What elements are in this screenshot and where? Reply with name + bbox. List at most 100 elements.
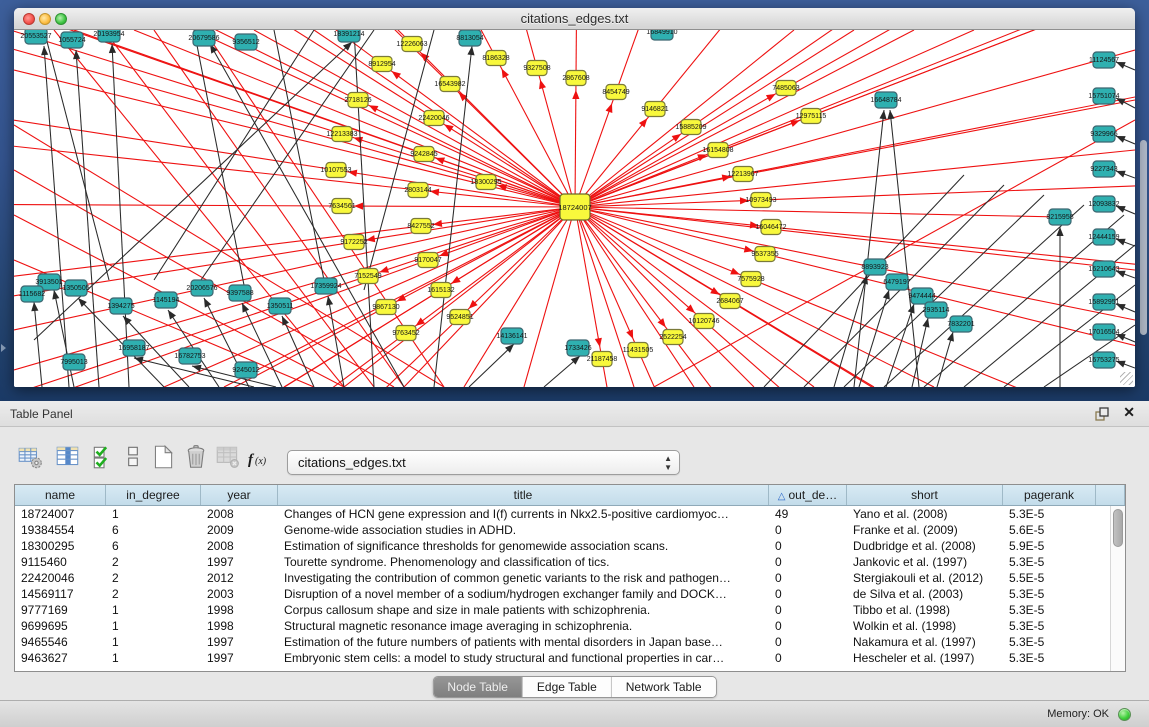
graph-node[interactable]: 20206576 — [186, 280, 217, 296]
graph-node[interactable]: 2803144 — [404, 183, 431, 198]
table-row[interactable]: 946554611997Estimation of the future num… — [15, 634, 1125, 650]
graph-node[interactable]: 1394275 — [107, 298, 134, 314]
graph-node[interactable]: 12093832 — [1088, 196, 1119, 212]
graph-node[interactable]: 9146821 — [641, 102, 668, 117]
graph-node[interactable]: 9329966 — [1090, 126, 1117, 142]
graph-node[interactable]: 8813054 — [456, 30, 483, 46]
graph-node[interactable]: 16210643 — [1088, 261, 1119, 277]
column-header-in_degree[interactable]: in_degree — [106, 485, 201, 505]
graph-node[interactable]: 2935114 — [923, 302, 950, 318]
select-columns-button[interactable] — [54, 443, 84, 475]
graph-node[interactable]: 1733426 — [564, 340, 591, 356]
graph-node[interactable]: 9763452 — [392, 326, 419, 341]
graph-node[interactable]: 7485063 — [772, 81, 799, 96]
graph-node[interactable]: 17359924 — [310, 278, 341, 294]
graph-node[interactable]: 16782753 — [174, 348, 205, 364]
network-canvas[interactable]: 20553527 1055724 20193954 20679586 9356512 18… — [14, 30, 1135, 387]
graph-node[interactable]: 18300295 — [470, 175, 501, 190]
tab-node-table[interactable]: Node Table — [433, 677, 523, 697]
graph-node[interactable]: 7575928 — [737, 272, 764, 287]
graph-node[interactable]: 1350511 — [267, 298, 294, 314]
graph-node[interactable]: 7634561 — [328, 199, 355, 214]
graph-node[interactable]: 8186328 — [482, 51, 509, 66]
graph-node[interactable]: 16154808 — [702, 143, 733, 158]
table-scrollbar-thumb[interactable] — [1113, 509, 1123, 547]
function-builder-button[interactable]: f (x) — [246, 447, 276, 479]
tab-network-table[interactable]: Network Table — [612, 677, 716, 697]
table-source-select[interactable]: citations_edges.txt ▲▼ — [287, 450, 680, 475]
graph-node[interactable]: 10107553 — [320, 163, 351, 178]
graph-node[interactable]: 1145194 — [153, 292, 180, 308]
column-header-out_de[interactable]: △out_de… — [769, 485, 847, 505]
graph-node[interactable]: 12226063 — [396, 37, 427, 52]
graph-node[interactable]: 1115682 — [19, 286, 45, 302]
graph-node[interactable]: 9172252 — [340, 235, 367, 250]
table-row[interactable]: 977716911998Corpus callosum shape and si… — [15, 602, 1125, 618]
graph-node[interactable]: 7832201 — [947, 316, 974, 332]
graph-node[interactable]: 11431505 — [623, 343, 654, 358]
graph-node[interactable]: 20193954 — [93, 30, 124, 42]
graph-node[interactable]: 1350505 — [62, 280, 89, 296]
graph-node[interactable]: 8893923 — [861, 259, 888, 275]
graph-node[interactable]: 10973493 — [745, 193, 776, 208]
graph-node[interactable]: 9170047 — [414, 253, 441, 268]
graph-node[interactable]: 11124567 — [1089, 52, 1119, 68]
delete-rows-button[interactable] — [182, 443, 212, 475]
graph-node[interactable]: 6479197 — [883, 274, 910, 290]
graph-node[interactable]: 16849910 — [646, 30, 677, 40]
graph-node[interactable]: 2867608 — [562, 71, 589, 86]
panel-collapse-arrow-icon[interactable] — [1, 344, 6, 352]
memory-ok-icon[interactable] — [1118, 708, 1131, 721]
new-table-button[interactable] — [149, 443, 179, 475]
graph-node[interactable]: 16648784 — [870, 92, 901, 108]
graph-node[interactable]: 9537355 — [751, 247, 778, 262]
graph-node[interactable]: 9245012 — [232, 362, 259, 378]
table-row[interactable]: 2242004622012Investigating the contribut… — [15, 570, 1125, 586]
graph-node[interactable]: 8454749 — [602, 85, 629, 100]
table-row[interactable]: 969969511998Structural magnetic resonanc… — [15, 618, 1125, 634]
graph-node[interactable]: 9524851 — [446, 310, 473, 325]
table-row[interactable]: 946362711997Embryonic stem cells: a mode… — [15, 650, 1125, 666]
row-height-button[interactable] — [119, 443, 149, 475]
graph-node[interactable]: 7152549 — [354, 269, 381, 284]
graph-node[interactable]: 16046472 — [755, 220, 786, 235]
graph-node[interactable]: 9867130 — [372, 300, 399, 315]
graph-node[interactable]: 7995013 — [60, 354, 87, 370]
network-window-titlebar[interactable]: citations_edges.txt — [14, 8, 1135, 30]
table-row[interactable]: 911546021997Tourette syndrome. Phenomeno… — [15, 554, 1125, 570]
graph-node[interactable]: 18391214 — [333, 30, 364, 42]
graph-node[interactable]: 9397588 — [226, 285, 253, 301]
graph-node[interactable]: 17016504 — [1088, 324, 1119, 340]
table-settings-button[interactable] — [16, 443, 46, 475]
column-header-title[interactable]: title — [278, 485, 769, 505]
graph-node[interactable]: 14136141 — [496, 328, 527, 344]
graph-node[interactable]: 9242845 — [410, 147, 437, 162]
float-panel-icon[interactable] — [1095, 407, 1109, 421]
graph-node[interactable]: 2522254 — [659, 330, 686, 345]
select-all-checks-button[interactable] — [90, 443, 120, 475]
graph-node[interactable]: 9356512 — [232, 34, 259, 50]
graph-node[interactable]: 1055724 — [58, 32, 85, 48]
graph-node[interactable]: 15751074 — [1088, 88, 1119, 104]
table-row[interactable]: 1456911722003Disruption of a novel membe… — [15, 586, 1125, 602]
graph-node[interactable]: 12975115 — [796, 109, 827, 124]
table-row[interactable]: 1830029562008Estimation of significance … — [15, 538, 1125, 554]
table-row[interactable]: 1938455462009Genome-wide association stu… — [15, 522, 1125, 538]
network-scrollbar[interactable] — [1140, 140, 1147, 335]
graph-node[interactable]: 12444159 — [1088, 229, 1119, 245]
graph-node[interactable]: 8215958 — [1046, 209, 1073, 225]
graph-node[interactable]: 16753275 — [1088, 352, 1119, 368]
graph-node[interactable]: 9227343 — [1090, 161, 1117, 177]
graph-node[interactable]: 20679586 — [188, 30, 219, 46]
graph-node[interactable]: 1615132 — [427, 283, 454, 298]
tab-edge-table[interactable]: Edge Table — [523, 677, 612, 697]
graph-node[interactable]: 8427552 — [407, 219, 434, 234]
graph-node[interactable]: 20553527 — [20, 30, 51, 44]
window-resize-grip[interactable] — [1120, 372, 1133, 385]
close-panel-icon[interactable]: ✕ — [1123, 404, 1135, 421]
column-header-short[interactable]: short — [847, 485, 1003, 505]
graph-node[interactable]: 8912954 — [368, 57, 395, 72]
graph-node[interactable]: 21187458 — [587, 352, 618, 367]
column-header-name[interactable]: name — [15, 485, 106, 505]
column-header-pagerank[interactable]: pagerank — [1003, 485, 1096, 505]
